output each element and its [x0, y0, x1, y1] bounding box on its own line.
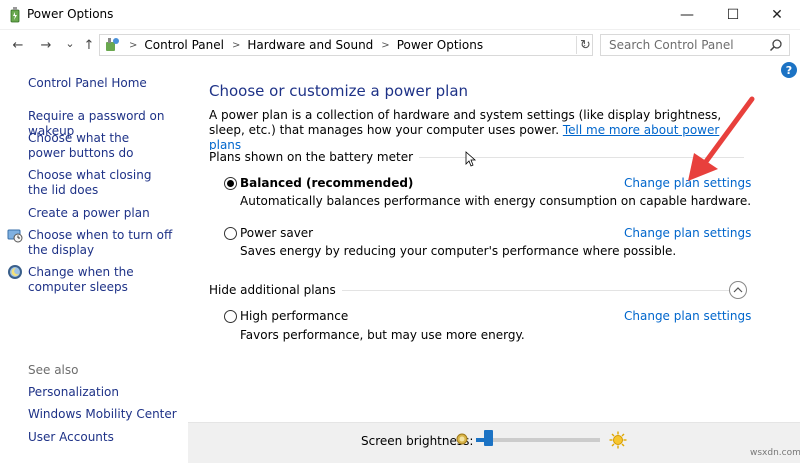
brightness-slider-track[interactable]: [476, 438, 600, 442]
brightness-bar: [188, 422, 800, 463]
brightness-slider-thumb[interactable]: [484, 430, 494, 446]
search-icon[interactable]: [769, 38, 783, 52]
sleep-moon-icon: [8, 265, 22, 279]
plan-name-power-saver[interactable]: Power saver: [240, 226, 313, 240]
maximize-button[interactable]: ☐: [710, 0, 756, 30]
up-button[interactable]: ↑: [80, 36, 98, 54]
change-plan-settings-link-high-performance[interactable]: Change plan settings: [624, 309, 751, 323]
title-bar: Power Options — ☐ ✕: [0, 0, 800, 30]
plan-name-high-performance[interactable]: High performance: [240, 309, 348, 323]
recent-locations-button[interactable]: ⌄: [61, 34, 79, 52]
plan-name-balanced[interactable]: Balanced (recommended): [240, 176, 413, 190]
breadcrumb-control-panel[interactable]: > Control Panel: [121, 38, 224, 52]
control-panel-icon: [106, 38, 119, 51]
annotation-arrow-icon: [688, 96, 755, 181]
breadcrumb-power-options[interactable]: > Power Options: [373, 38, 483, 52]
plan-description-high-performance: Favors performance, but may use more ene…: [240, 328, 525, 342]
sidebar-link-turn-off-display[interactable]: Choose when to turn off the display: [28, 228, 178, 258]
change-plan-settings-link-power-saver[interactable]: Change plan settings: [624, 226, 751, 240]
power-options-icon: [10, 7, 20, 23]
plan-radio-power-saver[interactable]: [224, 227, 237, 240]
bright-sun-icon: [609, 431, 627, 449]
collapse-chevron-up-icon[interactable]: [729, 281, 747, 299]
sidebar-link-closing-lid[interactable]: Choose what closing the lid does: [28, 168, 168, 198]
search-box[interactable]: [600, 34, 790, 56]
plan-radio-balanced[interactable]: [224, 177, 237, 190]
forward-button[interactable]: →: [37, 36, 55, 54]
battery-group-label: Plans shown on the battery meter: [209, 150, 420, 164]
mouse-cursor-icon: [465, 151, 477, 167]
page-description: A power plan is a collection of hardware…: [209, 108, 722, 152]
search-input[interactable]: [601, 35, 761, 55]
help-icon[interactable]: ?: [781, 62, 797, 78]
sidebar-link-mobility-center[interactable]: Windows Mobility Center: [28, 407, 184, 422]
dim-sun-icon: [456, 433, 468, 445]
refresh-button[interactable]: ↻: [576, 36, 594, 54]
page-title: Choose or customize a power plan: [209, 82, 469, 100]
back-button[interactable]: ←: [9, 36, 27, 54]
minimize-button[interactable]: —: [664, 0, 710, 30]
sidebar-link-computer-sleeps[interactable]: Change when the computer sleeps: [28, 265, 173, 295]
close-button[interactable]: ✕: [754, 0, 800, 30]
plan-description-power-saver: Saves energy by reducing your computer's…: [240, 244, 677, 258]
sidebar-link-create-plan[interactable]: Create a power plan: [28, 206, 184, 221]
sidebar-link-control-panel-home[interactable]: Control Panel Home: [28, 76, 184, 91]
watermark-text: wsxdn.com: [750, 448, 800, 458]
sidebar-link-power-buttons[interactable]: Choose what the power buttons do: [28, 131, 158, 161]
plan-description-balanced: Automatically balances performance with …: [240, 194, 752, 208]
see-also-label: See also: [28, 363, 79, 377]
hide-additional-plans-label[interactable]: Hide additional plans: [209, 283, 342, 297]
address-bar[interactable]: > Control Panel > Hardware and Sound > Powe…: [99, 34, 593, 56]
plan-radio-high-performance[interactable]: [224, 310, 237, 323]
sidebar-link-personalization[interactable]: Personalization: [28, 385, 184, 400]
display-clock-icon: [7, 229, 23, 243]
breadcrumb-hardware-and-sound[interactable]: > Hardware and Sound: [224, 38, 373, 52]
sidebar-link-user-accounts[interactable]: User Accounts: [28, 430, 184, 445]
window-title: Power Options: [27, 7, 114, 21]
